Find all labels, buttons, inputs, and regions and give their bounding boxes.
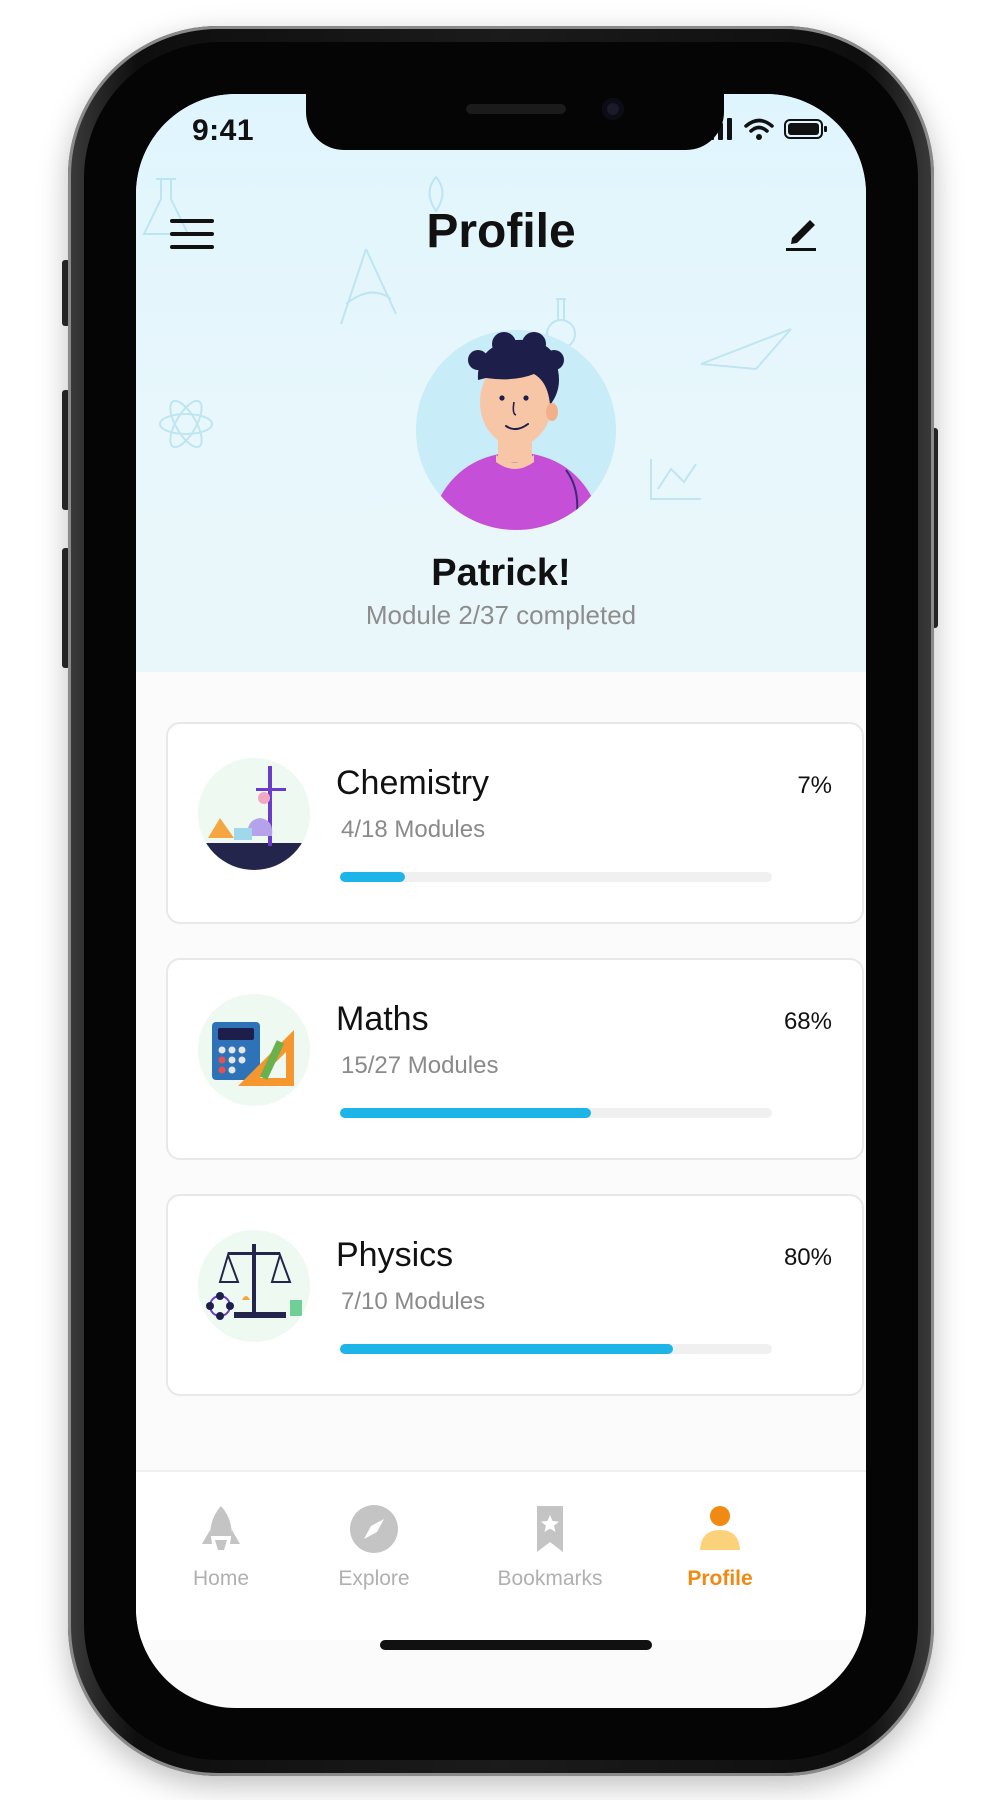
front-camera: [602, 98, 624, 120]
course-title: Physics: [336, 1236, 454, 1274]
course-card-chemistry[interactable]: Chemistry 4/18 Modules 7%: [166, 722, 864, 924]
edit-pencil-icon[interactable]: [782, 210, 822, 252]
course-list: Chemistry 4/18 Modules 7% Maths 15/27 Mo…: [166, 722, 864, 1430]
app-screen: 9:41 Profile Patrick! Module 2/37 comple…: [136, 94, 866, 1708]
progress-track: [340, 1344, 772, 1354]
rocket-icon: [202, 1506, 240, 1550]
user-name: Patrick!: [431, 552, 571, 594]
course-percent: 7%: [797, 772, 832, 799]
device-notch: [306, 94, 724, 150]
earpiece-speaker: [466, 104, 566, 114]
tab-bookmarks[interactable]: Bookmarks: [480, 1502, 620, 1591]
tab-home[interactable]: Home: [151, 1502, 291, 1591]
progress-track: [340, 872, 772, 882]
course-modules: 15/27 Modules: [341, 1052, 499, 1079]
tab-profile[interactable]: Profile: [650, 1502, 790, 1591]
mockup-stage: 9:41 Profile Patrick! Module 2/37 comple…: [0, 0, 1000, 1800]
avatar: [416, 330, 616, 530]
progress-fill: [340, 1344, 673, 1354]
course-card-physics[interactable]: Physics 7/10 Modules 80%: [166, 1194, 864, 1396]
tab-label: Home: [192, 1567, 250, 1590]
course-modules: 7/10 Modules: [341, 1288, 486, 1315]
page-title: Profile: [426, 205, 576, 258]
graph-doodle-icon: [650, 459, 701, 500]
ruler-doodle-icon: [700, 328, 792, 371]
course-percent: 80%: [783, 1244, 832, 1271]
wifi-icon: [744, 118, 774, 140]
home-indicator: [380, 1640, 652, 1650]
bottom-tab-bar: Home Explore Bookmarks Profile: [136, 1470, 866, 1640]
tab-label: Explore: [338, 1567, 410, 1590]
course-title: Maths: [336, 1000, 429, 1038]
tab-label: Profile: [687, 1567, 753, 1590]
physics-illustration-icon: [198, 1230, 310, 1342]
bookmark-icon: [537, 1506, 563, 1552]
course-card-maths[interactable]: Maths 15/27 Modules 68%: [166, 958, 864, 1160]
atom-doodle-icon: [159, 399, 213, 449]
phone-frame: 9:41 Profile Patrick! Module 2/37 comple…: [68, 26, 934, 1776]
person-icon: [700, 1506, 740, 1550]
overall-progress-text: Module 2/37 completed: [365, 600, 637, 630]
status-time: 9:41: [192, 114, 255, 147]
chemistry-illustration-icon: [198, 758, 310, 870]
compass-icon: [350, 1505, 398, 1553]
progress-track: [340, 1108, 772, 1118]
tab-label: Bookmarks: [497, 1567, 603, 1590]
phone-bezel: 9:41 Profile Patrick! Module 2/37 comple…: [84, 42, 918, 1760]
course-title: Chemistry: [336, 764, 490, 802]
tab-explore[interactable]: Explore: [304, 1502, 444, 1591]
maths-illustration-icon: [198, 994, 310, 1106]
progress-fill: [340, 872, 405, 882]
avatar-illustration: [434, 332, 598, 530]
course-percent: 68%: [783, 1008, 832, 1035]
course-modules: 4/18 Modules: [341, 816, 486, 843]
battery-icon: [784, 119, 827, 139]
progress-fill: [340, 1108, 591, 1118]
profile-header: 9:41 Profile Patrick! Module 2/37 comple…: [136, 94, 866, 672]
